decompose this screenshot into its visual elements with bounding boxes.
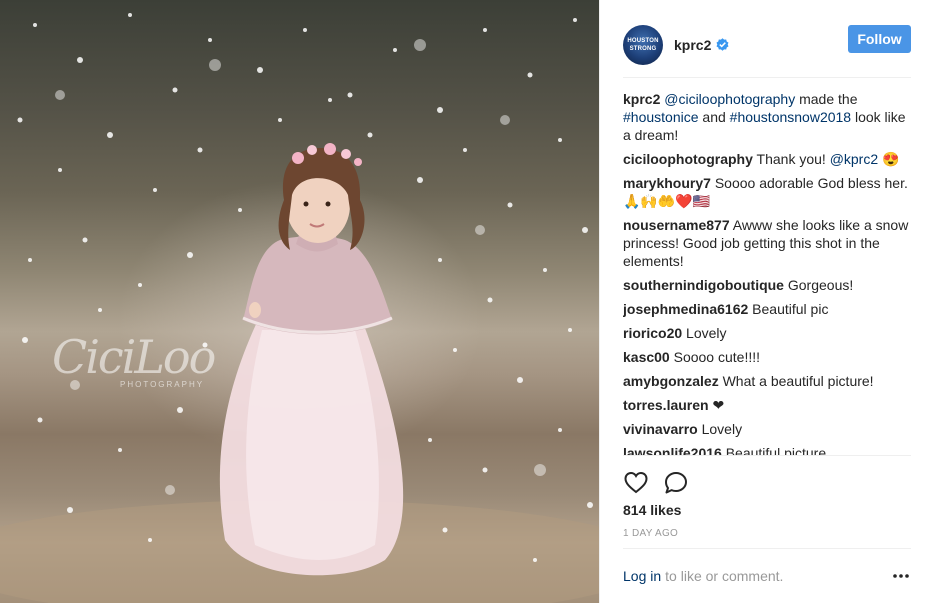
comment-item: nousername877 Awww she looks like a snow… [623, 216, 911, 270]
comment-item: marykhoury7 Soooo adorable God bless her… [623, 174, 911, 210]
photo-illustration [0, 13, 599, 603]
comment-text: Thank you! [756, 151, 830, 167]
comment-item: southernindigoboutique Gorgeous! [623, 276, 911, 294]
post-photo[interactable]: CiciLoo PHOTOGRAPHY [0, 0, 599, 603]
comment-item: torres.lauren ❤ [623, 396, 911, 414]
comment-item: kasc00 Soooo cute!!!! [623, 348, 911, 366]
comment-icon[interactable] [663, 470, 689, 496]
caption-text: made the [795, 91, 858, 107]
comment-mention-link[interactable]: @kprc2 [830, 151, 878, 167]
watermark-subtext: PHOTOGRAPHY [120, 380, 205, 389]
comment-item: vivinavarro Lovely [623, 420, 911, 438]
comment-text: Beautiful picture [725, 445, 827, 455]
comment-item: riorico20 Lovely [623, 324, 911, 342]
comment-username[interactable]: josephmedina6162 [623, 301, 748, 317]
photographer-watermark: CiciLoo PHOTOGRAPHY [52, 330, 216, 400]
comment-item: josephmedina6162 Beautiful pic [623, 300, 911, 318]
post-sidebar: HOUSTON STRONG kprc2 Follow kprc2 @cicil… [599, 0, 933, 603]
comments-list[interactable]: kprc2 @ciciloophotography made the #hous… [623, 90, 911, 455]
comment-username[interactable]: vivinavarro [623, 421, 698, 437]
caption-username[interactable]: kprc2 [623, 91, 660, 107]
comment-item: ciciloophotography Thank you! @kprc2 😍 [623, 150, 911, 168]
login-prompt-text: to like or comment. [665, 567, 784, 584]
author-username[interactable]: kprc2 [674, 37, 711, 53]
comment-item: amybgonzalez What a beautiful picture! [623, 372, 911, 390]
follow-button[interactable]: Follow [848, 25, 911, 53]
comment-username[interactable]: lawsonlife2016 [623, 445, 722, 455]
avatar-text-line2: STRONG [629, 45, 657, 52]
avatar-text-line1: HOUSTON [627, 37, 659, 44]
hashtag-link[interactable]: #houstonice [623, 109, 699, 125]
comment-username[interactable]: amybgonzalez [623, 373, 719, 389]
post-timestamp[interactable]: 1 DAY AGO [623, 528, 678, 539]
caption: kprc2 @ciciloophotography made the #hous… [623, 90, 911, 144]
comment-username[interactable]: riorico20 [623, 325, 682, 341]
comment-username[interactable]: nousername877 [623, 217, 730, 233]
action-icon-row [623, 470, 703, 496]
comment-text: 😍 [878, 151, 900, 167]
avatar[interactable]: HOUSTON STRONG [623, 24, 663, 65]
caption-text: and [698, 109, 730, 125]
likes-count[interactable]: 814 likes [623, 502, 681, 518]
comment-text: Lovely [686, 325, 727, 341]
comment-text: Lovely [701, 421, 743, 437]
post-actions: 814 likes 1 DAY AGO [623, 455, 911, 545]
comment-text: ❤ [712, 397, 725, 413]
more-options-icon[interactable] [891, 566, 911, 586]
comment-text: Gorgeous! [787, 277, 854, 293]
caption-mention-link[interactable]: @ciciloophotography [664, 91, 795, 107]
comment-username[interactable]: kasc00 [623, 349, 670, 365]
comment-username[interactable]: marykhoury7 [623, 175, 711, 191]
post-header: HOUSTON STRONG kprc2 Follow [623, 12, 911, 78]
login-link[interactable]: Log in [623, 568, 661, 584]
comment-username[interactable]: southernindigoboutique [623, 277, 784, 293]
hashtag-link[interactable]: #houstonsnow2018 [730, 109, 851, 125]
heart-icon[interactable] [623, 470, 649, 496]
comment-text: Beautiful pic [752, 301, 829, 317]
verified-badge-icon [716, 38, 729, 51]
comment-text: What a beautiful picture! [722, 373, 874, 389]
login-prompt: Log in to like or comment. [623, 548, 911, 602]
comment-username[interactable]: ciciloophotography [623, 151, 753, 167]
comment-item: lawsonlife2016 Beautiful picture [623, 444, 911, 455]
watermark-script-text: CiciLoo [52, 330, 216, 384]
comment-username[interactable]: torres.lauren [623, 397, 709, 413]
comment-text: Soooo cute!!!! [673, 349, 761, 365]
